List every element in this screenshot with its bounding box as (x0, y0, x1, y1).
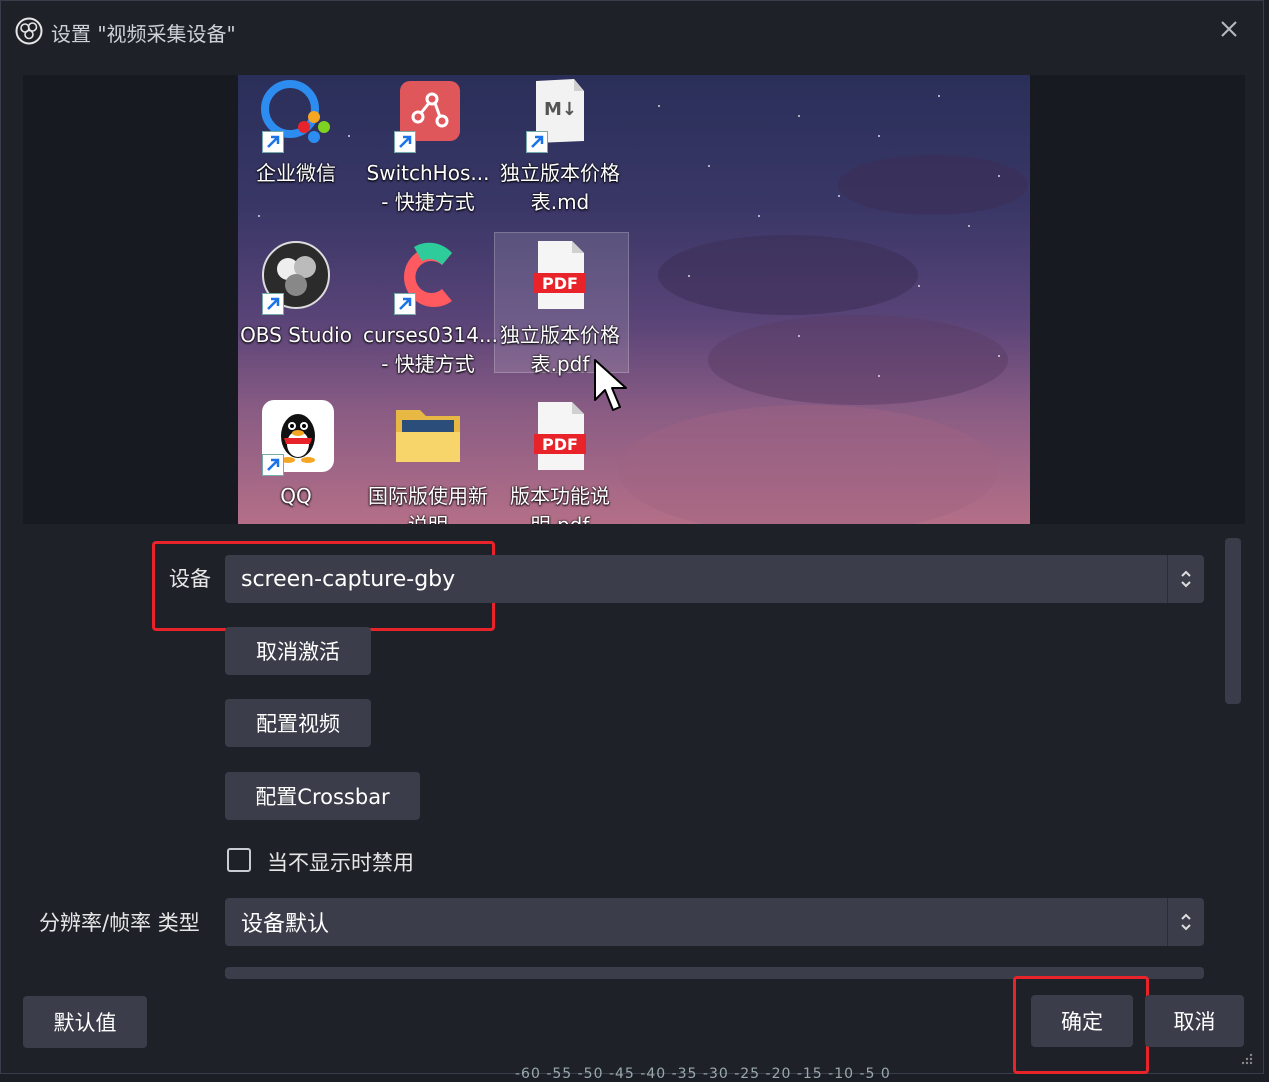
device-label: 设备 (169, 567, 211, 591)
resolution-type-value: 设备默认 (241, 912, 330, 937)
title-bar: 设置 "视频采集设备" (1, 1, 1263, 61)
desktop-icon-wecom[interactable]: 企业微信 (238, 77, 361, 188)
close-icon[interactable] (1217, 17, 1241, 41)
spinner-updown-icon[interactable] (1167, 555, 1204, 603)
cloud-shape (658, 235, 918, 315)
cloud-shape (618, 405, 998, 524)
desktop-icon-md-file[interactable]: M↓ 独立版本价格 表.md (495, 77, 625, 217)
desktop-icon-folder[interactable]: 国际版使用新 说明 (363, 400, 493, 524)
desktop-icon-qq[interactable]: QQ (238, 400, 361, 511)
md-badge: M↓ (544, 99, 577, 120)
deactivate-button[interactable]: 取消激活 (225, 627, 371, 675)
desktop-icon-pdf-features[interactable]: PDF 版本功能说 明.pdf (495, 400, 625, 524)
shortcut-arrow-icon (394, 293, 416, 315)
resize-grip-icon[interactable] (1241, 1053, 1253, 1065)
configure-crossbar-button[interactable]: 配置Crossbar (225, 772, 420, 820)
device-select[interactable]: screen-capture-gby (225, 555, 1204, 603)
cloud-shape (838, 155, 1028, 215)
disable-when-hidden-label: 当不显示时禁用 (267, 851, 414, 875)
window-title: 设置 "视频采集设备" (51, 22, 236, 46)
properties-dialog: 设置 "视频采集设备" 企业微信 SwitchHos... - 快捷方式 M↓ … (0, 0, 1264, 1074)
spinner-updown-icon[interactable] (1167, 898, 1204, 946)
source-preview: 企业微信 SwitchHos... - 快捷方式 M↓ 独立版本价格 表.md … (23, 75, 1245, 524)
defaults-button[interactable]: 默认值 (23, 996, 147, 1048)
desktop-capture: 企业微信 SwitchHos... - 快捷方式 M↓ 独立版本价格 表.md … (238, 75, 1030, 524)
device-select-value: screen-capture-gby (241, 566, 456, 592)
cloud-shape (708, 315, 1008, 405)
pdf-badge: PDF (542, 274, 578, 293)
folder-icon (396, 410, 460, 462)
shortcut-arrow-icon (262, 293, 284, 315)
shortcut-arrow-icon (394, 131, 416, 153)
desktop-icon-switchhosts[interactable]: SwitchHos... - 快捷方式 (363, 77, 493, 217)
ok-button[interactable]: 确定 (1031, 995, 1133, 1047)
desktop-icon-obs[interactable]: OBS Studio (238, 239, 361, 350)
resolution-type-label: 分辨率/帧率 类型 (39, 911, 200, 935)
configure-video-button[interactable]: 配置视频 (225, 699, 371, 747)
desktop-icon-curses[interactable]: curses0314... - 快捷方式 (363, 239, 498, 379)
properties-scrollbar[interactable] (1225, 538, 1241, 704)
audio-meter-scale: -60 -55 -50 -45 -40 -35 -30 -25 -20 -15 … (515, 1066, 891, 1082)
obs-logo-icon (15, 17, 43, 45)
pdf-badge: PDF (542, 435, 578, 454)
cancel-button[interactable]: 取消 (1145, 995, 1244, 1047)
shortcut-arrow-icon (262, 131, 284, 153)
resolution-type-select[interactable]: 设备默认 (225, 898, 1204, 946)
mouse-cursor-icon (594, 359, 627, 411)
disable-when-hidden-checkbox[interactable] (227, 848, 251, 872)
shortcut-arrow-icon (262, 454, 284, 476)
shortcut-arrow-icon (526, 131, 548, 153)
